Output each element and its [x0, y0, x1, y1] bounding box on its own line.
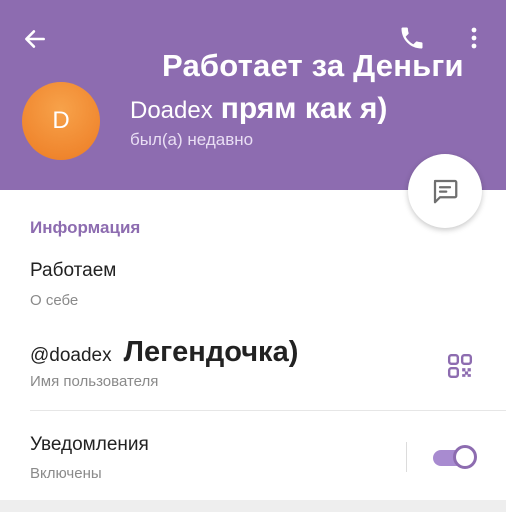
last-seen-status: был(а) недавно	[130, 130, 254, 149]
bio-value[interactable]: Работаем	[30, 260, 116, 282]
vertical-divider	[406, 442, 407, 472]
qr-code-button[interactable]	[444, 350, 476, 382]
username-row[interactable]: @doadex Легендочка)	[30, 336, 298, 369]
section-divider	[30, 410, 506, 411]
more-vertical-icon	[471, 27, 477, 49]
more-menu-button[interactable]	[462, 20, 486, 56]
arrow-left-icon	[25, 30, 45, 48]
notifications-status: Включены	[30, 465, 102, 482]
message-icon	[433, 179, 458, 204]
avatar[interactable]: D	[22, 82, 100, 160]
message-button[interactable]	[408, 154, 482, 228]
username-label: Имя пользователя	[30, 373, 159, 390]
profile-name: Doadex	[130, 97, 213, 124]
bottom-separator	[0, 500, 506, 512]
username-value[interactable]: @doadex	[30, 345, 112, 366]
name-overlay-caption: прям как я)	[220, 92, 388, 125]
profile-name-line: Doadex прям как я)	[130, 92, 387, 126]
back-button[interactable]	[18, 22, 52, 56]
toggle-knob	[453, 445, 477, 469]
notifications-title[interactable]: Уведомления	[30, 434, 149, 456]
qr-code-icon	[447, 353, 473, 379]
bio-label: О себе	[30, 292, 79, 309]
username-overlay-caption: Легендочка)	[123, 336, 299, 368]
overlay-caption: Работает за Деньги	[162, 48, 464, 83]
info-section-title: Информация	[30, 218, 141, 237]
notifications-toggle[interactable]	[433, 445, 479, 471]
